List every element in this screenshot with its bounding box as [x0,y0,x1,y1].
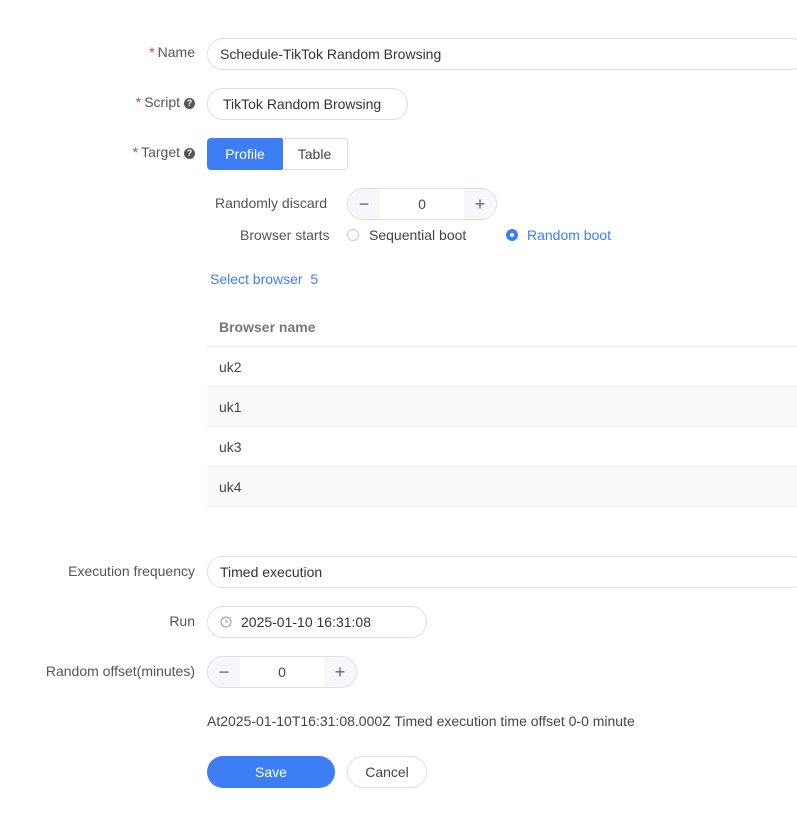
browser-table[interactable]: Browser name uk2 uk1 uk3 uk4 uk5 [207,307,797,522]
radio-random-boot-label: Random boot [527,227,612,243]
browser-name-cell: uk4 [219,478,242,495]
execution-frequency-value: Timed execution [220,564,323,580]
schedule-summary-text: At2025-01-10T16:31:08.000Z Timed executi… [207,713,635,729]
script-label: * Script? [0,94,195,110]
help-icon[interactable]: ? [184,148,195,159]
randomly-discard-value[interactable]: 0 [418,196,426,212]
required-mark: * [135,94,142,110]
script-label-text: Script [144,94,180,110]
name-input[interactable]: Schedule-TikTok Random Browsing [207,38,797,70]
radio-sequential-boot[interactable]: Sequential boot [347,227,466,243]
radio-circle-selected[interactable] [506,229,518,241]
decrement-button[interactable]: − [208,657,240,687]
select-browser-link[interactable]: Select browser 5 [210,271,318,287]
table-row[interactable]: uk3 [207,427,797,467]
cancel-button[interactable]: Cancel [347,756,427,788]
help-icon[interactable]: ? [184,98,195,109]
random-offset-label: Random offset(minutes) [45,663,195,679]
target-option-table[interactable]: Table [282,138,348,170]
table-row[interactable]: uk4 [207,467,797,507]
radio-sequential-boot-label: Sequential boot [369,227,467,243]
clock-icon [220,616,232,628]
browser-name-cell: uk2 [219,358,242,375]
table-header: Browser name [207,307,797,347]
save-button[interactable]: Save [207,756,335,788]
name-label-text: Name [157,44,195,60]
name-label: * Name [0,44,195,60]
radio-random-boot[interactable]: Random boot [506,227,611,243]
target-option-profile[interactable]: Profile [207,138,283,170]
name-input-value: Schedule-TikTok Random Browsing [220,46,442,62]
randomly-discard-stepper[interactable]: − 0 + [347,188,497,220]
column-header-browser-name: Browser name [219,318,316,335]
browser-starts-label: Browser starts [240,227,330,243]
browser-name-cell: uk3 [219,438,242,455]
table-row[interactable]: uk2 [207,347,797,387]
required-mark: * [149,44,155,60]
select-browser-count: 5 [310,271,319,287]
table-row[interactable]: uk5 [207,507,797,523]
increment-button[interactable]: + [323,657,356,687]
radio-circle[interactable] [347,229,359,241]
run-datetime-input[interactable]: 2025-01-10 16:31:08 [207,606,427,638]
run-datetime-value: 2025-01-10 16:31:08 [241,614,371,630]
random-offset-value[interactable]: 0 [278,664,286,680]
target-label: * Target? [0,144,195,160]
increment-button[interactable]: + [463,189,496,219]
target-label-text: Target [141,144,180,160]
decrement-button[interactable]: − [348,189,380,219]
random-offset-stepper[interactable]: − 0 + [207,656,357,688]
randomly-discard-label: Randomly discard [215,195,328,211]
execution-frequency-label: Execution frequency [68,563,195,579]
table-row[interactable]: uk1 [207,387,797,427]
browser-name-cell: uk1 [219,398,242,415]
script-select[interactable]: TikTok Random Browsing [207,88,408,120]
run-label: Run [169,613,195,629]
required-mark: * [132,144,139,160]
select-browser-label: Select browser [210,271,303,287]
execution-frequency-select[interactable]: Timed execution [207,556,797,588]
script-select-value: TikTok Random Browsing [223,96,382,112]
browser-name-cell: uk5 [219,519,242,523]
